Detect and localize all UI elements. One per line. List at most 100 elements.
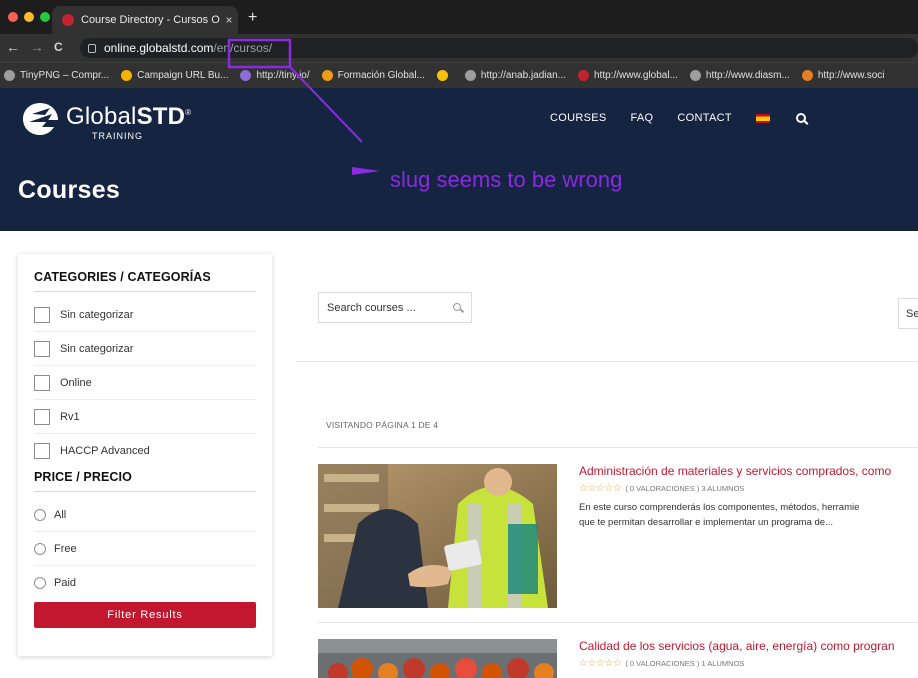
search-icon[interactable]: [795, 113, 806, 123]
logo-wordmark: GlobalSTD®: [66, 103, 192, 130]
nav-faq[interactable]: FAQ: [631, 112, 654, 124]
search-courses-input[interactable]: Search courses ...: [318, 292, 472, 323]
bookmark-label: http://www.global...: [593, 70, 678, 81]
filters-sidebar: CATEGORIES / CATEGORÍAS Sin categorizar …: [18, 254, 272, 656]
bookmark-item[interactable]: http://anab.jadian...: [464, 70, 566, 81]
new-tab-button[interactable]: +: [248, 10, 257, 26]
annotation-text: slug seems to be wrong: [390, 167, 623, 192]
divider: [318, 447, 918, 448]
divider: [295, 361, 918, 362]
bookmark-item[interactable]: TinyPNG – Compr...: [4, 70, 109, 81]
site-header: GlobalSTD® TRAINING COURSES FAQ CONTACT …: [0, 88, 918, 231]
address-bar[interactable]: online.globalstd.com/en/cursos/: [80, 38, 918, 58]
rating-stars-icon: ☆☆☆☆☆: [579, 483, 622, 494]
course-thumbnail[interactable]: [318, 639, 557, 678]
price-filter[interactable]: Paid: [34, 566, 256, 600]
close-window-dot[interactable]: [8, 12, 18, 22]
category-filter[interactable]: Rv1: [34, 400, 256, 434]
rating-stars-icon: ☆☆☆☆☆: [579, 658, 622, 669]
bookmark-label: TinyPNG – Compr...: [20, 70, 110, 81]
category-filter[interactable]: HACCP Advanced: [34, 434, 256, 468]
browser-tab-strip: Course Directory - Cursos Onli × +: [0, 0, 918, 34]
bookmark-label: http://tiny.io/: [256, 70, 310, 81]
nav-courses[interactable]: COURSES: [550, 112, 607, 124]
globalstd-logo[interactable]: GlobalSTD® TRAINING: [20, 100, 191, 141]
price-radio[interactable]: [34, 577, 46, 589]
bookmark-favicon-icon: [4, 70, 15, 81]
course-thumbnail[interactable]: [318, 464, 557, 608]
page-title: Courses: [18, 176, 121, 204]
course-card: Calidad de los servicios (agua, aire, en…: [318, 639, 918, 678]
tab-close-icon[interactable]: ×: [220, 13, 238, 27]
bookmark-item[interactable]: http://www.global...: [577, 70, 678, 81]
price-filter[interactable]: Free: [34, 532, 256, 566]
course-title[interactable]: Calidad de los servicios (agua, aire, en…: [579, 639, 918, 653]
students-count: 3 ALUMNOS: [701, 484, 745, 493]
price-radio[interactable]: [34, 542, 46, 555]
nav-contact[interactable]: CONTACT: [677, 112, 731, 124]
pagination-label: VISITANDO PÁGINA 1 DE 4: [326, 420, 439, 430]
url-domain: online.globalstd.com: [104, 41, 214, 55]
bookmark-favicon-icon: [121, 70, 133, 81]
bookmark-favicon-icon: [689, 70, 701, 81]
category-label: Online: [60, 376, 92, 389]
bookmark-item[interactable]: Formación Global...: [321, 70, 425, 81]
sort-select[interactable]: Se: [898, 298, 918, 329]
course-rating: ☆☆☆☆☆ ( 0 VALORACIONES ) 1 ALUMNOS: [579, 658, 918, 669]
browser-tab-active[interactable]: Course Directory - Cursos Onli ×: [52, 6, 238, 34]
course-image-handshake: [318, 464, 557, 608]
globalstd-logo-mark-icon: [23, 103, 58, 135]
course-description-line: que te permitan desarrollar e implementa…: [579, 517, 833, 528]
logo-subtitle: TRAINING: [92, 131, 144, 141]
search-input-icon[interactable]: [453, 303, 461, 311]
spanish-flag-icon[interactable]: [755, 113, 770, 123]
bookmark-favicon-icon: [801, 70, 813, 81]
category-label: Rv1: [60, 410, 80, 423]
bookmarks-bar: TinyPNG – Compr... Campaign URL Bu... http…: [0, 62, 918, 88]
lock-icon: [88, 43, 96, 53]
bookmark-item[interactable]: http://www.diasm...: [689, 70, 790, 81]
price-filter[interactable]: All: [34, 498, 256, 532]
main-navigation: COURSES FAQ CONTACT: [550, 112, 806, 124]
tab-title: Course Directory - Cursos Onli: [81, 14, 220, 26]
browser-toolbar: ← → C online.globalstd.com/en/cursos/: [0, 34, 918, 62]
bookmark-item[interactable]: http://tiny.io/: [240, 70, 310, 81]
price-radio[interactable]: [34, 508, 46, 521]
maximize-window-dot[interactable]: [40, 12, 50, 22]
bookmark-label: http://www.soci: [817, 70, 885, 81]
bookmark-item[interactable]: Campaign URL Bu...: [121, 70, 228, 81]
category-checkbox[interactable]: [34, 374, 50, 391]
category-checkbox[interactable]: [34, 306, 50, 323]
bookmark-favicon-icon: [240, 70, 252, 81]
bookmark-label: Formación Global...: [337, 70, 425, 81]
category-checkbox[interactable]: [34, 443, 50, 459]
bookmark-favicon-icon: [577, 70, 589, 81]
category-filter[interactable]: Sin categorizar: [34, 298, 256, 332]
filter-results-button[interactable]: Filter Results: [34, 602, 256, 628]
reload-button[interactable]: C: [54, 40, 63, 54]
course-card: Administración de materiales y servicios…: [318, 464, 918, 608]
category-label: Sin categorizar: [60, 342, 134, 355]
course-title[interactable]: Administración de materiales y servicios…: [579, 464, 918, 478]
category-filter[interactable]: Online: [34, 366, 256, 400]
course-description-line: En este curso comprenderás los component…: [579, 502, 860, 513]
bookmark-favicon-icon: [464, 70, 476, 81]
price-label: Paid: [54, 577, 77, 589]
category-label: HACCP Advanced: [60, 445, 150, 457]
category-checkbox[interactable]: [34, 340, 50, 357]
bookmark-item[interactable]: [436, 70, 453, 81]
course-image-produce: [318, 639, 557, 678]
bookmark-label: http://www.diasm...: [705, 70, 790, 81]
category-filter[interactable]: Sin categorizar: [34, 332, 256, 366]
forward-button[interactable]: →: [30, 40, 44, 54]
categories-title: CATEGORIES / CATEGORÍAS: [34, 270, 256, 292]
course-info: Calidad de los servicios (agua, aire, en…: [579, 639, 918, 669]
bookmark-label: Campaign URL Bu...: [137, 70, 229, 81]
back-button[interactable]: ←: [6, 40, 20, 54]
bookmark-item[interactable]: http://www.soci: [801, 70, 885, 81]
ratings-count: ( 0 VALORACIONES ): [625, 659, 700, 668]
minimize-window-dot[interactable]: [24, 12, 34, 22]
course-info: Administración de materiales y servicios…: [579, 464, 918, 530]
category-checkbox[interactable]: [34, 408, 50, 425]
price-title: PRICE / PRECIO: [34, 470, 256, 492]
